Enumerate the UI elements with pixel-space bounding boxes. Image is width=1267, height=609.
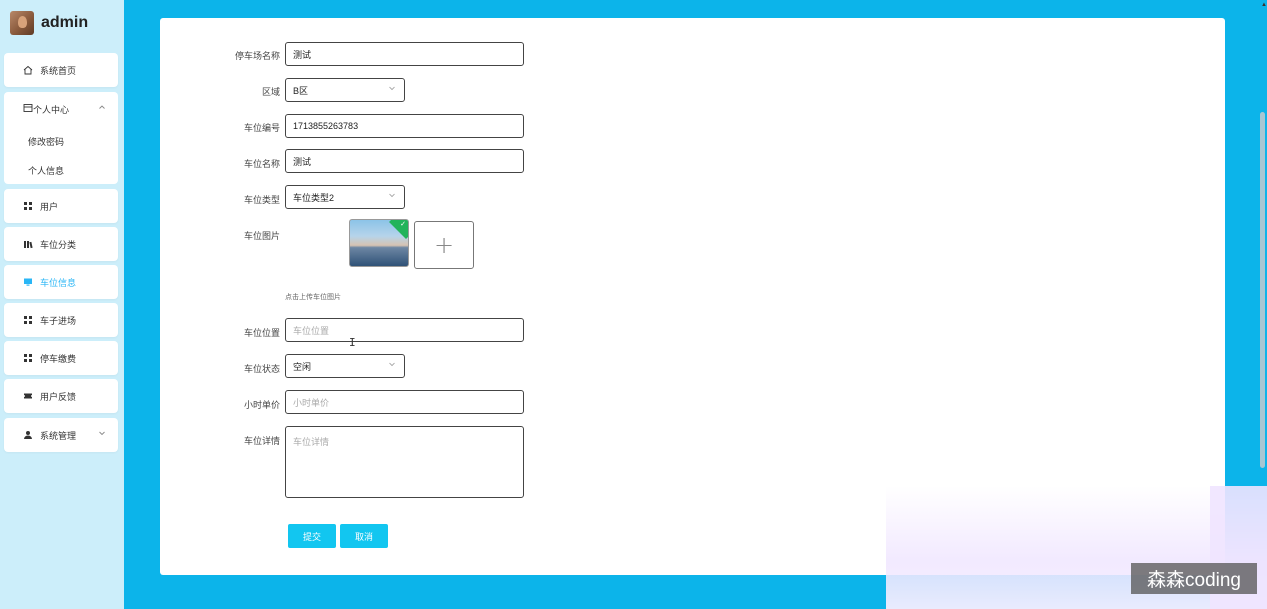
sidebar-item-label: 车位分类	[40, 239, 77, 250]
sidebar-group-personal: 个人中心 修改密码 个人信息	[4, 92, 118, 184]
upload-success-badge	[389, 220, 408, 239]
hourly-price-label: 小时单价	[243, 400, 280, 410]
sidebar-item-users[interactable]: 用户	[4, 189, 118, 223]
library-icon	[23, 239, 33, 249]
check-icon: ✓	[400, 221, 406, 228]
details-label: 车位详情	[243, 436, 280, 446]
sidebar: admin 系统首页 个人中心 修改密码 个人信息 用户 车位分类 车位信息 车…	[0, 0, 124, 609]
space-name-label: 车位名称	[243, 159, 280, 169]
ticket-icon	[23, 391, 33, 401]
sidebar-item-space-info[interactable]: 车位信息	[4, 265, 118, 299]
sidebar-item-personal-center[interactable]: 个人中心	[4, 92, 118, 126]
location-label: 车位位置	[243, 328, 280, 338]
lot-name-label: 停车场名称	[234, 51, 280, 61]
sidebar-item-system-admin[interactable]: 系统管理	[4, 418, 118, 452]
sidebar-item-label: 个人中心	[33, 104, 70, 115]
grid-icon	[23, 353, 33, 363]
status-select-value: 空闲	[293, 361, 312, 372]
sidebar-subitem-change-password[interactable]: 修改密码	[28, 135, 64, 148]
scroll-up-icon[interactable]: ▲	[1261, 2, 1267, 8]
cancel-button[interactable]: 取消	[340, 524, 388, 548]
calendar-icon	[23, 103, 33, 115]
user-name: admin	[41, 14, 89, 31]
sidebar-item-user-feedback[interactable]: 用户反馈	[4, 379, 118, 413]
area-select[interactable]: B区	[285, 78, 405, 102]
space-image-label: 车位图片	[243, 231, 280, 241]
home-icon	[23, 65, 33, 75]
sidebar-item-label: 用户反馈	[40, 391, 77, 402]
grid-icon	[23, 201, 33, 211]
chevron-down-icon	[388, 360, 396, 370]
area-label: 区域	[261, 87, 280, 97]
chevron-down-icon	[388, 84, 396, 94]
status-select[interactable]: 空闲	[285, 354, 405, 378]
upload-add-button[interactable]: +	[414, 221, 474, 269]
submit-button[interactable]: 提交	[288, 524, 336, 548]
sidebar-item-label: 车位信息	[40, 277, 77, 288]
upload-hint: 点击上传车位图片	[285, 294, 341, 301]
monitor-icon	[23, 277, 33, 287]
grid-icon	[23, 315, 33, 325]
brand: admin	[10, 10, 88, 36]
watermark: 森森coding	[1131, 563, 1257, 594]
area-select-value: B区	[293, 85, 309, 96]
avatar[interactable]	[10, 11, 34, 35]
sidebar-item-label: 停车缴费	[40, 353, 77, 364]
sidebar-item-home[interactable]: 系统首页	[4, 53, 118, 87]
sidebar-item-label: 系统管理	[40, 430, 77, 441]
plus-icon: +	[433, 231, 455, 259]
location-input[interactable]: 车位位置	[285, 318, 524, 342]
chevron-down-icon	[388, 191, 396, 201]
user-icon	[23, 430, 33, 440]
scrollbar-thumb[interactable]	[1260, 112, 1265, 468]
hourly-price-input[interactable]: 小时单价	[285, 390, 524, 414]
lot-name-input[interactable]: 测试	[285, 42, 524, 66]
sidebar-item-space-category[interactable]: 车位分类	[4, 227, 118, 261]
chevron-down-icon	[98, 429, 106, 439]
uploaded-image-thumbnail[interactable]: ✓	[349, 219, 409, 267]
space-number-label: 车位编号	[243, 123, 280, 133]
sidebar-item-label: 用户	[40, 201, 59, 212]
space-type-select-value: 车位类型2	[293, 192, 335, 203]
sidebar-item-label: 系统首页	[40, 65, 77, 76]
details-textarea[interactable]: 车位详情	[285, 426, 524, 498]
status-label: 车位状态	[243, 364, 280, 374]
space-type-label: 车位类型	[243, 195, 280, 205]
sidebar-item-parking-fee[interactable]: 停车缴费	[4, 341, 118, 375]
sidebar-subitem-personal-info[interactable]: 个人信息	[28, 164, 64, 177]
chevron-up-icon	[98, 103, 106, 113]
space-name-input[interactable]: 测试	[285, 149, 524, 173]
sidebar-item-car-entry[interactable]: 车子进场	[4, 303, 118, 337]
space-number-input[interactable]: 1713855263783	[285, 114, 524, 138]
text-cursor-icon: I	[349, 336, 356, 349]
sidebar-item-label: 车子进场	[40, 315, 77, 326]
space-type-select[interactable]: 车位类型2	[285, 185, 405, 209]
